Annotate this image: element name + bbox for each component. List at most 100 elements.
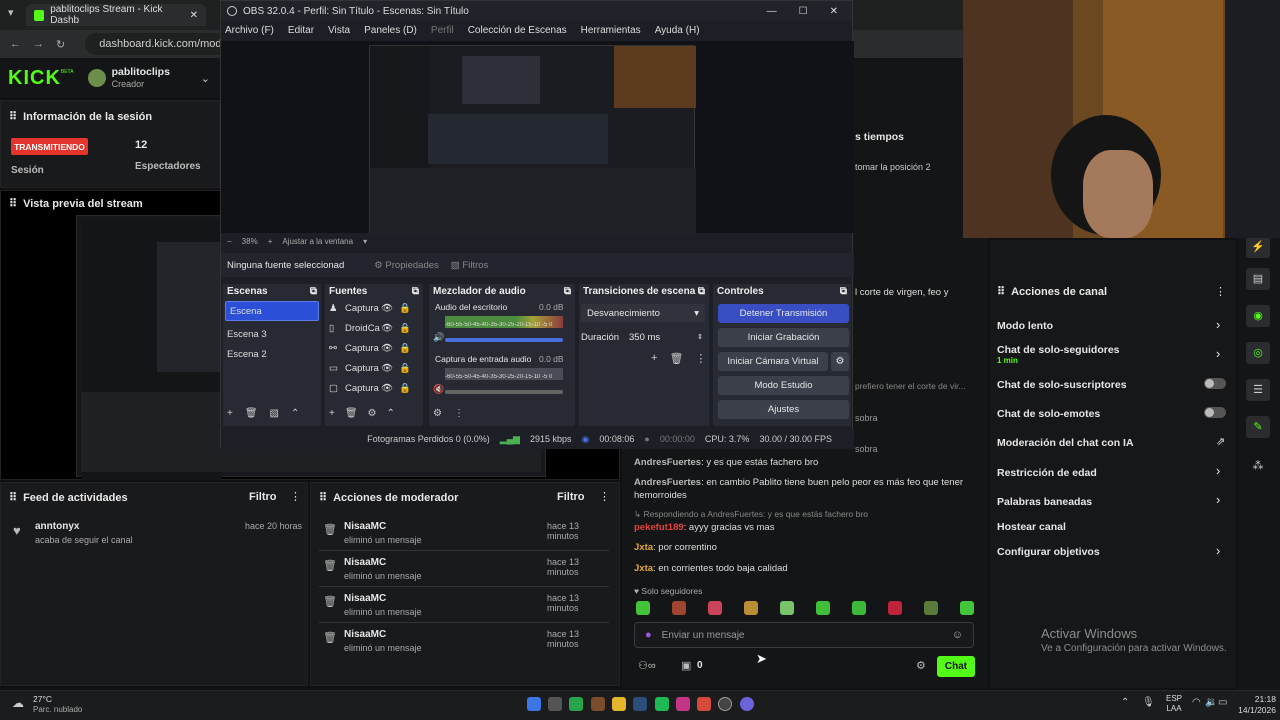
broadcast-icon[interactable]: ◎ bbox=[1246, 342, 1270, 364]
activity-filter-button[interactable]: Filtro bbox=[249, 491, 277, 503]
source-item[interactable]: ▭ Captura 👁 🔒 bbox=[325, 358, 423, 378]
emote-icon[interactable] bbox=[852, 601, 866, 615]
discord-icon[interactable] bbox=[740, 697, 754, 711]
weather-icon[interactable]: ☁ bbox=[12, 696, 24, 710]
spotify-icon[interactable] bbox=[655, 697, 669, 711]
chat-user[interactable]: Jxta bbox=[634, 542, 653, 553]
speaker-icon[interactable]: 🔊 bbox=[433, 332, 444, 343]
lock-icon[interactable]: 🔒 bbox=[399, 323, 411, 334]
close-tab-icon[interactable]: ✕ bbox=[190, 10, 198, 21]
add-scene-icon[interactable]: + bbox=[227, 408, 233, 419]
chevron-down-icon[interactable]: ⌄ bbox=[201, 72, 210, 85]
chevron-right-icon[interactable]: › bbox=[1216, 492, 1220, 507]
emote-icon[interactable] bbox=[744, 601, 758, 615]
chevron-right-icon[interactable]: › bbox=[1216, 543, 1220, 558]
windows-start-icon[interactable] bbox=[527, 697, 541, 711]
action-set-goals[interactable]: Configurar objetivos bbox=[997, 546, 1100, 558]
scene-item[interactable]: Escena 2 bbox=[223, 344, 321, 364]
maximize-icon[interactable]: ☐ bbox=[799, 6, 808, 17]
microphone-icon[interactable]: ● bbox=[645, 629, 652, 641]
chevron-right-icon[interactable]: › bbox=[1216, 317, 1220, 332]
mixer-settings-icon[interactable]: ⚙ bbox=[433, 408, 442, 419]
desktop-volume-slider[interactable] bbox=[445, 338, 563, 342]
more-icon[interactable]: ⋮ bbox=[695, 352, 706, 365]
source-item[interactable]: ♟ Captura 👁 🔒 bbox=[325, 298, 423, 318]
file-explorer-icon[interactable] bbox=[612, 697, 626, 711]
chevron-up-icon[interactable]: ⌃ bbox=[1121, 697, 1129, 708]
chevron-right-icon[interactable]: › bbox=[1216, 346, 1220, 361]
chat-input[interactable]: ● Enviar un mensaje ☺ bbox=[634, 622, 974, 648]
forward-icon[interactable]: → bbox=[33, 38, 44, 50]
chat-user[interactable]: pekefut189 bbox=[634, 522, 684, 533]
clock[interactable]: 21:18 14/1/2026 bbox=[1231, 694, 1276, 716]
properties-button[interactable]: ⚙ Propiedades bbox=[374, 260, 439, 271]
users-icon[interactable]: ⚇∞ bbox=[638, 659, 656, 672]
steam-icon[interactable] bbox=[633, 697, 647, 711]
back-icon[interactable]: ← bbox=[10, 38, 21, 50]
menu-profile[interactable]: Perfil bbox=[431, 25, 454, 36]
eye-icon[interactable]: 👁 bbox=[381, 343, 393, 354]
zoom-in-icon[interactable]: + bbox=[268, 237, 273, 246]
emote-icon[interactable] bbox=[924, 601, 938, 615]
search-icon[interactable] bbox=[548, 697, 562, 711]
scene-item[interactable]: Escena 3 bbox=[223, 324, 321, 344]
whatsapp-icon[interactable] bbox=[569, 697, 583, 711]
minecraft-icon[interactable] bbox=[591, 697, 605, 711]
battery-icon[interactable]: ▭ bbox=[1218, 697, 1227, 708]
virtual-camera-settings-icon[interactable]: ⚙ bbox=[831, 352, 849, 371]
emote-icon[interactable] bbox=[672, 601, 686, 615]
dock-float-icon[interactable]: ⧉ bbox=[412, 286, 419, 297]
action-slow-mode[interactable]: Modo lento bbox=[997, 320, 1053, 332]
more-icon[interactable]: ⋮ bbox=[1215, 285, 1226, 298]
wifi-icon[interactable]: ◠ bbox=[1192, 697, 1201, 708]
settings-button[interactable]: Ajustes bbox=[718, 400, 849, 419]
duration-input[interactable]: 350 ms ⇕ bbox=[625, 328, 703, 346]
muted-speaker-icon[interactable]: 🔇 bbox=[433, 384, 444, 395]
add-widget-icon[interactable]: ⁂ bbox=[1246, 455, 1270, 477]
remove-transition-icon[interactable]: 🗑 bbox=[669, 352, 683, 365]
instagram-icon[interactable] bbox=[676, 697, 690, 711]
send-chat-button[interactable]: Chat bbox=[937, 656, 975, 677]
lock-icon[interactable]: 🔒 bbox=[399, 303, 411, 314]
stop-streaming-button[interactable]: Detener Transmisión bbox=[718, 304, 849, 323]
emote-icon[interactable] bbox=[888, 601, 902, 615]
bolt-icon[interactable]: ⚡ bbox=[1246, 236, 1270, 258]
source-item[interactable]: ▢ Captura 👁 🔒 bbox=[325, 378, 423, 398]
scene-item[interactable]: Escena bbox=[225, 301, 319, 321]
reload-icon[interactable]: ↻ bbox=[56, 38, 65, 51]
minimize-icon[interactable]: — bbox=[767, 6, 777, 17]
emote-icon[interactable] bbox=[960, 601, 974, 615]
chat-user[interactable]: Jxta bbox=[634, 563, 653, 574]
menu-edit[interactable]: Editar bbox=[288, 25, 314, 36]
add-source-icon[interactable]: + bbox=[329, 408, 335, 419]
filters-button[interactable]: ▧ Filtros bbox=[451, 260, 489, 271]
action-banned-words[interactable]: Palabras baneadas bbox=[997, 496, 1092, 508]
microphone-icon[interactable]: 🎙 bbox=[1142, 697, 1155, 708]
eye-icon[interactable]: 👁 bbox=[381, 363, 393, 374]
eye-icon[interactable]: 👁 bbox=[381, 323, 393, 334]
external-link-icon[interactable]: ⇗ bbox=[1216, 435, 1225, 448]
obs-preview[interactable] bbox=[221, 41, 854, 234]
fit-window-label[interactable]: Ajustar a la ventana bbox=[282, 237, 353, 246]
start-virtual-camera-button[interactable]: Iniciar Cámara Virtual bbox=[718, 352, 828, 371]
transition-select[interactable]: Desvanecimiento ▾ bbox=[581, 304, 705, 322]
tab-menu-icon[interactable]: ▾ bbox=[8, 6, 14, 19]
source-item[interactable]: ⚯ Captura 👁 🔒 bbox=[325, 338, 423, 358]
wrench-icon[interactable]: ✎ bbox=[1246, 416, 1270, 438]
chevron-right-icon[interactable]: › bbox=[1216, 463, 1220, 478]
start-recording-button[interactable]: Iniciar Grabación bbox=[718, 328, 849, 347]
menu-docks[interactable]: Paneles (D) bbox=[364, 25, 417, 36]
gift-icon[interactable]: ▣ bbox=[681, 659, 691, 672]
emote-icon[interactable] bbox=[636, 601, 650, 615]
menu-file[interactable]: Archivo (F) bbox=[225, 25, 274, 36]
emotes-only-toggle[interactable] bbox=[1204, 407, 1226, 418]
action-host-channel[interactable]: Hostear canal bbox=[997, 521, 1066, 533]
volume-icon[interactable]: 🔉 bbox=[1205, 697, 1217, 708]
source-settings-icon[interactable]: ⚙ bbox=[368, 408, 377, 419]
studio-mode-button[interactable]: Modo Estudio bbox=[718, 376, 849, 395]
dock-float-icon[interactable]: ⧉ bbox=[840, 286, 847, 297]
remove-source-icon[interactable]: 🗑 bbox=[345, 408, 358, 419]
chat-user[interactable]: AndresFuertes bbox=[634, 457, 701, 468]
action-ai-moderation[interactable]: Moderación del chat con IA bbox=[997, 437, 1134, 449]
dock-float-icon[interactable]: ⧉ bbox=[698, 286, 705, 297]
